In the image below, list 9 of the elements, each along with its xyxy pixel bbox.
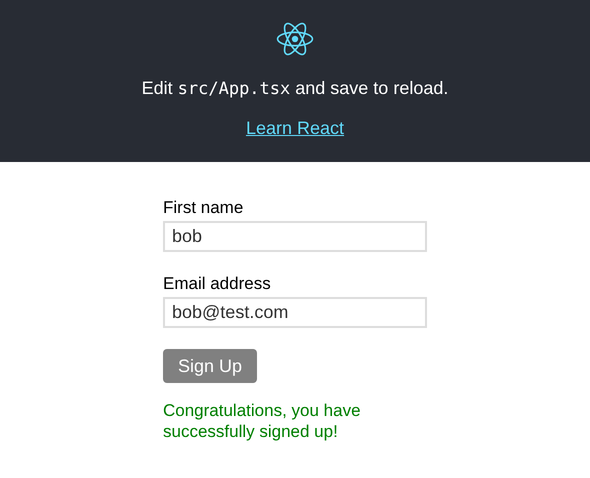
field-label: First name (163, 197, 244, 219)
input-field[interactable]: bob@test.com (163, 297, 427, 328)
learn-react-link[interactable]: Learn React (246, 117, 344, 139)
instruction-text: Edit src/App.tsx and save to reload. (142, 77, 448, 100)
input-field[interactable]: bob (163, 221, 427, 252)
success-message: Congratulations, you have successfully signed up! (163, 400, 362, 442)
sign-up-button[interactable]: Sign Up (163, 349, 257, 383)
atom-icon (276, 21, 314, 57)
field-label: Email address (163, 273, 272, 295)
